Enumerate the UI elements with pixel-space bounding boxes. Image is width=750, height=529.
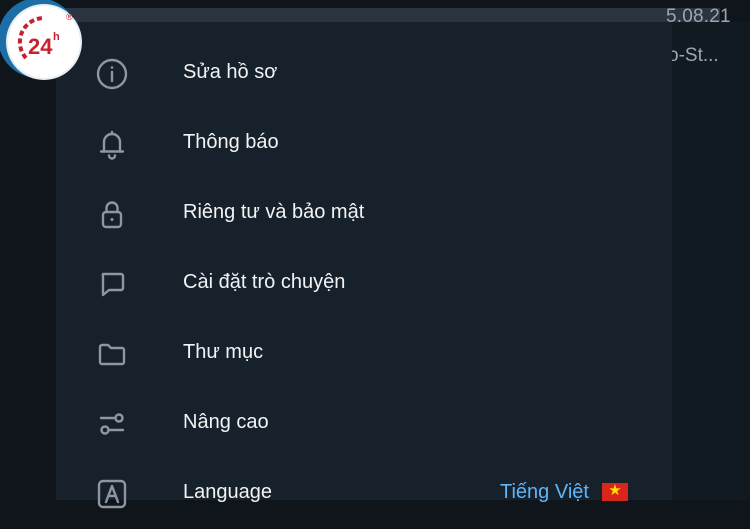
svg-text:®: ® [66,12,73,22]
menu-item-chat-settings[interactable]: Cài đặt trò chuyện [56,249,672,319]
menu-item-label: Riêng tư và bảo mật [183,201,365,223]
svg-text:24: 24 [28,34,53,59]
menu-item-advanced[interactable]: Nâng cao [56,389,672,459]
chat-bubble-icon [94,266,130,302]
lock-icon [94,196,130,232]
bell-icon [94,126,130,162]
menu-item-label: Nâng cao [183,411,269,433]
folder-icon [94,336,130,372]
menu-item-language[interactable]: Language Tiếng Việt ★ [56,459,672,529]
menu-item-folders[interactable]: Thư mục [56,319,672,389]
menu-item-edit-profile[interactable]: Sửa hồ sơ [56,39,672,109]
language-value: Tiếng Việt [500,481,589,503]
menu-item-label: Language [183,481,272,503]
menu-item-notifications[interactable]: Thông báo [56,109,672,179]
svg-text:h: h [53,31,60,43]
vietnam-flag-icon: ★ [602,482,628,501]
menu-item-label: Thông báo [183,131,279,153]
menu-item-label: Sửa hồ sơ [183,61,278,83]
info-icon [94,56,130,92]
menu-item-label: Cài đặt trò chuyện [183,271,346,293]
sliders-icon [94,406,130,442]
settings-menu-panel: Sửa hồ sơ Thông báo Riêng tư và bảo mật [56,22,672,509]
background-chat-list [672,22,750,500]
background-chat-preview: o-St... [668,45,719,66]
24h-logo: 24 h ® [8,6,80,78]
menu-item-label: Thư mục [183,341,264,363]
background-top-bar [60,8,720,22]
background-chat-date: 5.08.21 [666,6,731,27]
language-icon [94,476,130,512]
menu-item-privacy-security[interactable]: Riêng tư và bảo mật [56,179,672,249]
